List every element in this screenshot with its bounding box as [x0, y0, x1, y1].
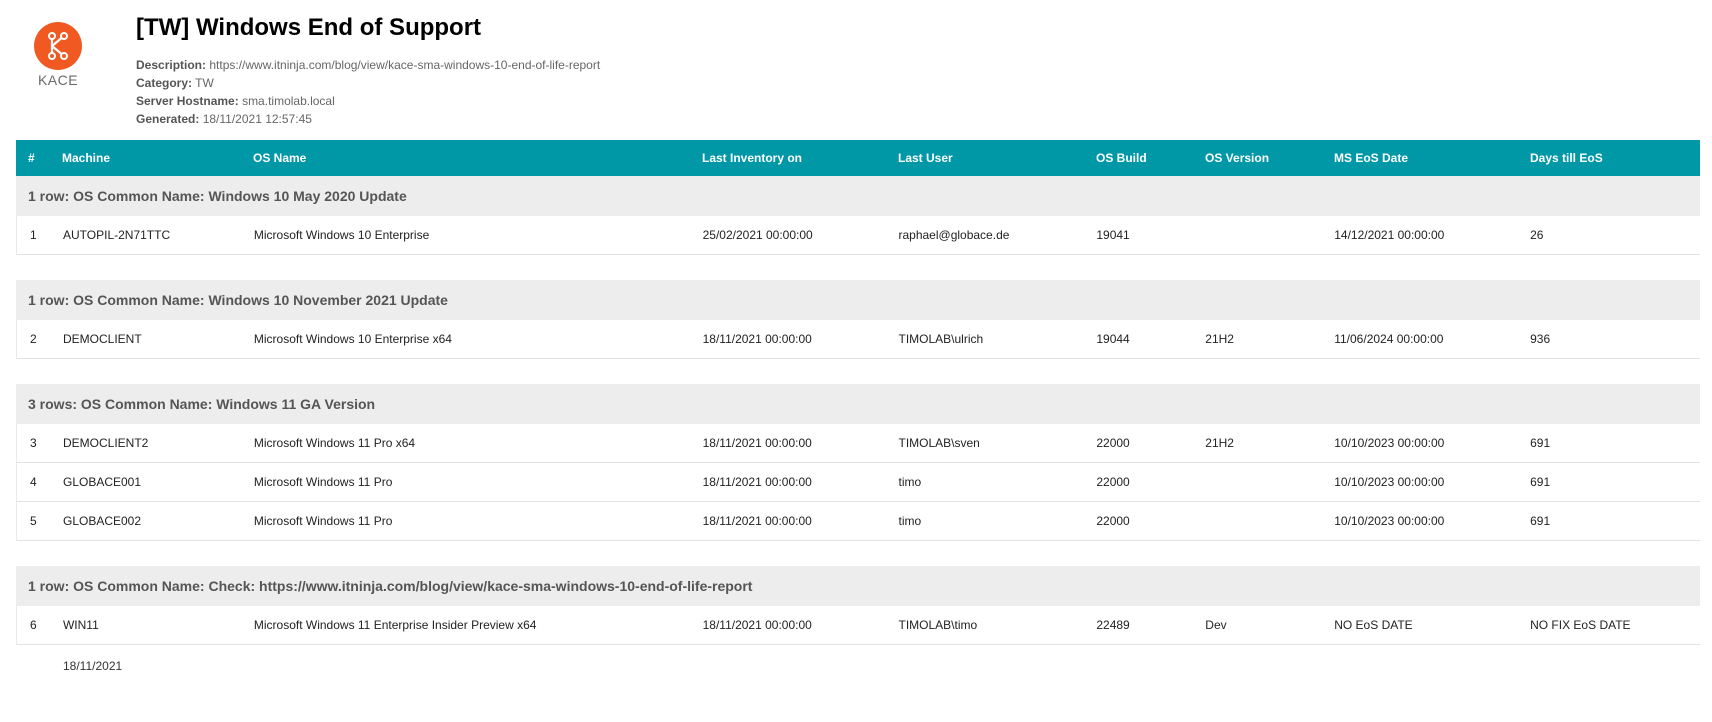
table-row: 5 GLOBACE002 Microsoft Windows 11 Pro 18/11…	[16, 502, 1700, 541]
group-header: 1 row: OS Common Name: Windows 10 Novemb…	[16, 280, 1700, 320]
meta-row: Description: https://www.itninja.com/blo…	[136, 56, 600, 74]
meta-value: TW	[195, 76, 214, 90]
cell-machine: DEMOCLIENT2	[62, 436, 149, 450]
cell-os-name: Microsoft Windows 11 Enterprise Insider …	[253, 618, 537, 632]
group-header: 1 row: OS Common Name: Windows 10 May 20…	[16, 176, 1700, 216]
cell-row-number: 6	[30, 618, 37, 632]
table-row: 4 GLOBACE001 Microsoft Windows 11 Pro 18/11…	[16, 463, 1700, 502]
report-meta: Description: https://www.itninja.com/blo…	[136, 56, 600, 128]
cell-last-user: TIMOLAB\ulrich	[898, 332, 984, 346]
table-row: 1 AUTOPIL-2N71TTC Microsoft Windows 10 Ent…	[16, 216, 1700, 255]
cell-os-build: 19041	[1096, 228, 1130, 242]
cell-last-user: timo	[898, 514, 922, 528]
cell-days-till-eos: 936	[1530, 332, 1551, 346]
cell-last-inventory: 18/11/2021 00:00:00	[702, 436, 812, 450]
cell-ms-eos-date: NO EoS DATE	[1334, 618, 1413, 632]
footer-date: 18/11/2021	[63, 659, 123, 673]
meta-label: Description:	[136, 58, 207, 72]
meta-label: Category:	[136, 76, 193, 90]
cell-os-build: 19044	[1096, 332, 1130, 346]
cell-machine: GLOBACE002	[62, 514, 142, 528]
cell-machine: WIN11	[62, 618, 99, 632]
column-header-os-build: OS Build	[1096, 151, 1147, 165]
cell-last-inventory: 18/11/2021 00:00:00	[702, 475, 812, 489]
cell-days-till-eos: 691	[1530, 436, 1551, 450]
cell-row-number: 5	[30, 514, 37, 528]
cell-days-till-eos: 691	[1530, 514, 1551, 528]
cell-row-number: 2	[30, 332, 37, 346]
meta-label: Generated:	[136, 112, 200, 126]
cell-os-name: Microsoft Windows 11 Pro x64	[253, 436, 416, 450]
cell-os-build: 22000	[1096, 514, 1130, 528]
column-header-last-user: Last User	[898, 151, 953, 165]
cell-machine: GLOBACE001	[62, 475, 142, 489]
cell-row-number: 4	[30, 475, 37, 489]
cell-ms-eos-date: 10/10/2023 00:00:00	[1334, 436, 1445, 450]
cell-row-number: 3	[30, 436, 37, 450]
group-header: 3 rows: OS Common Name: Windows 11 GA Ve…	[16, 384, 1700, 424]
column-header-last-inventory: Last Inventory on	[702, 151, 803, 165]
cell-last-user: raphael@globace.de	[898, 228, 1010, 242]
cell-os-name: Microsoft Windows 10 Enterprise x64	[253, 332, 452, 346]
cell-machine: AUTOPIL-2N71TTC	[62, 228, 171, 242]
meta-label: Server Hostname:	[136, 94, 239, 108]
cell-last-inventory: 18/11/2021 00:00:00	[702, 618, 812, 632]
cell-os-version: Dev	[1205, 618, 1227, 632]
cell-last-user: timo	[898, 475, 922, 489]
table-row: 6 WIN11 Microsoft Windows 11 Enterprise In…	[16, 606, 1700, 645]
cell-last-inventory: 25/02/2021 00:00:00	[702, 228, 813, 242]
meta-value: https://www.itninja.com/blog/view/kace-s…	[209, 58, 601, 72]
cell-ms-eos-date: 14/12/2021 00:00:00	[1334, 228, 1445, 242]
table-row: 2 DEMOCLIENT Microsoft Windows 10 Enterpri…	[16, 320, 1700, 359]
cell-days-till-eos: NO FIX EoS DATE	[1530, 618, 1631, 632]
cell-last-user: TIMOLAB\timo	[898, 618, 978, 632]
kace-logo: KACE	[34, 22, 82, 88]
cell-os-build: 22000	[1096, 475, 1130, 489]
table-row: 3 DEMOCLIENT2 Microsoft Windows 11 Pro x64…	[16, 424, 1700, 463]
cell-os-version: 21H2	[1205, 436, 1234, 450]
table-body: 1 row: OS Common Name: Windows 10 May 20…	[16, 176, 1700, 645]
kace-logo-text: KACE	[37, 72, 79, 88]
cell-days-till-eos: 26	[1530, 228, 1544, 242]
column-header-row-number: #	[28, 151, 35, 165]
kace-logo-icon	[34, 22, 82, 70]
column-header-machine: Machine	[62, 151, 111, 165]
cell-row-number: 1	[30, 228, 37, 242]
report-page: KACE [TW] Windows End of Support Descrip…	[0, 0, 1712, 722]
report-title: [TW] Windows End of Support	[136, 14, 482, 41]
group-header: 1 row: OS Common Name: Check: https://ww…	[16, 566, 1700, 606]
cell-os-name: Microsoft Windows 11 Pro	[253, 475, 393, 489]
meta-value: sma.timolab.local	[242, 94, 335, 108]
report-table: # Machine OS Name Last Inventory on Last Use…	[16, 140, 1700, 645]
cell-ms-eos-date: 10/10/2023 00:00:00	[1334, 475, 1445, 489]
column-header-os-name: OS Name	[253, 151, 307, 165]
cell-days-till-eos: 691	[1530, 475, 1551, 489]
column-header-os-version: OS Version	[1205, 151, 1270, 165]
cell-last-inventory: 18/11/2021 00:00:00	[702, 514, 812, 528]
meta-row: Category: TW	[136, 74, 600, 92]
cell-os-build: 22000	[1096, 436, 1130, 450]
cell-ms-eos-date: 11/06/2024 00:00:00	[1334, 332, 1444, 346]
cell-os-name: Microsoft Windows 10 Enterprise	[253, 228, 430, 242]
meta-row: Generated: 18/11/2021 12:57:45	[136, 110, 600, 128]
column-header-ms-eos-date: MS EoS Date	[1334, 151, 1409, 165]
meta-value: 18/11/2021 12:57:45	[202, 112, 312, 126]
cell-os-build: 22489	[1096, 618, 1130, 632]
cell-os-version: 21H2	[1205, 332, 1234, 346]
cell-machine: DEMOCLIENT	[62, 332, 142, 346]
table-header: # Machine OS Name Last Inventory on Last Use…	[16, 140, 1700, 176]
column-header-days-till-eos: Days till EoS	[1530, 151, 1603, 165]
meta-row: Server Hostname: sma.timolab.local	[136, 92, 600, 110]
cell-ms-eos-date: 10/10/2023 00:00:00	[1334, 514, 1445, 528]
cell-last-user: TIMOLAB\sven	[898, 436, 980, 450]
cell-os-name: Microsoft Windows 11 Pro	[253, 514, 393, 528]
cell-last-inventory: 18/11/2021 00:00:00	[702, 332, 812, 346]
